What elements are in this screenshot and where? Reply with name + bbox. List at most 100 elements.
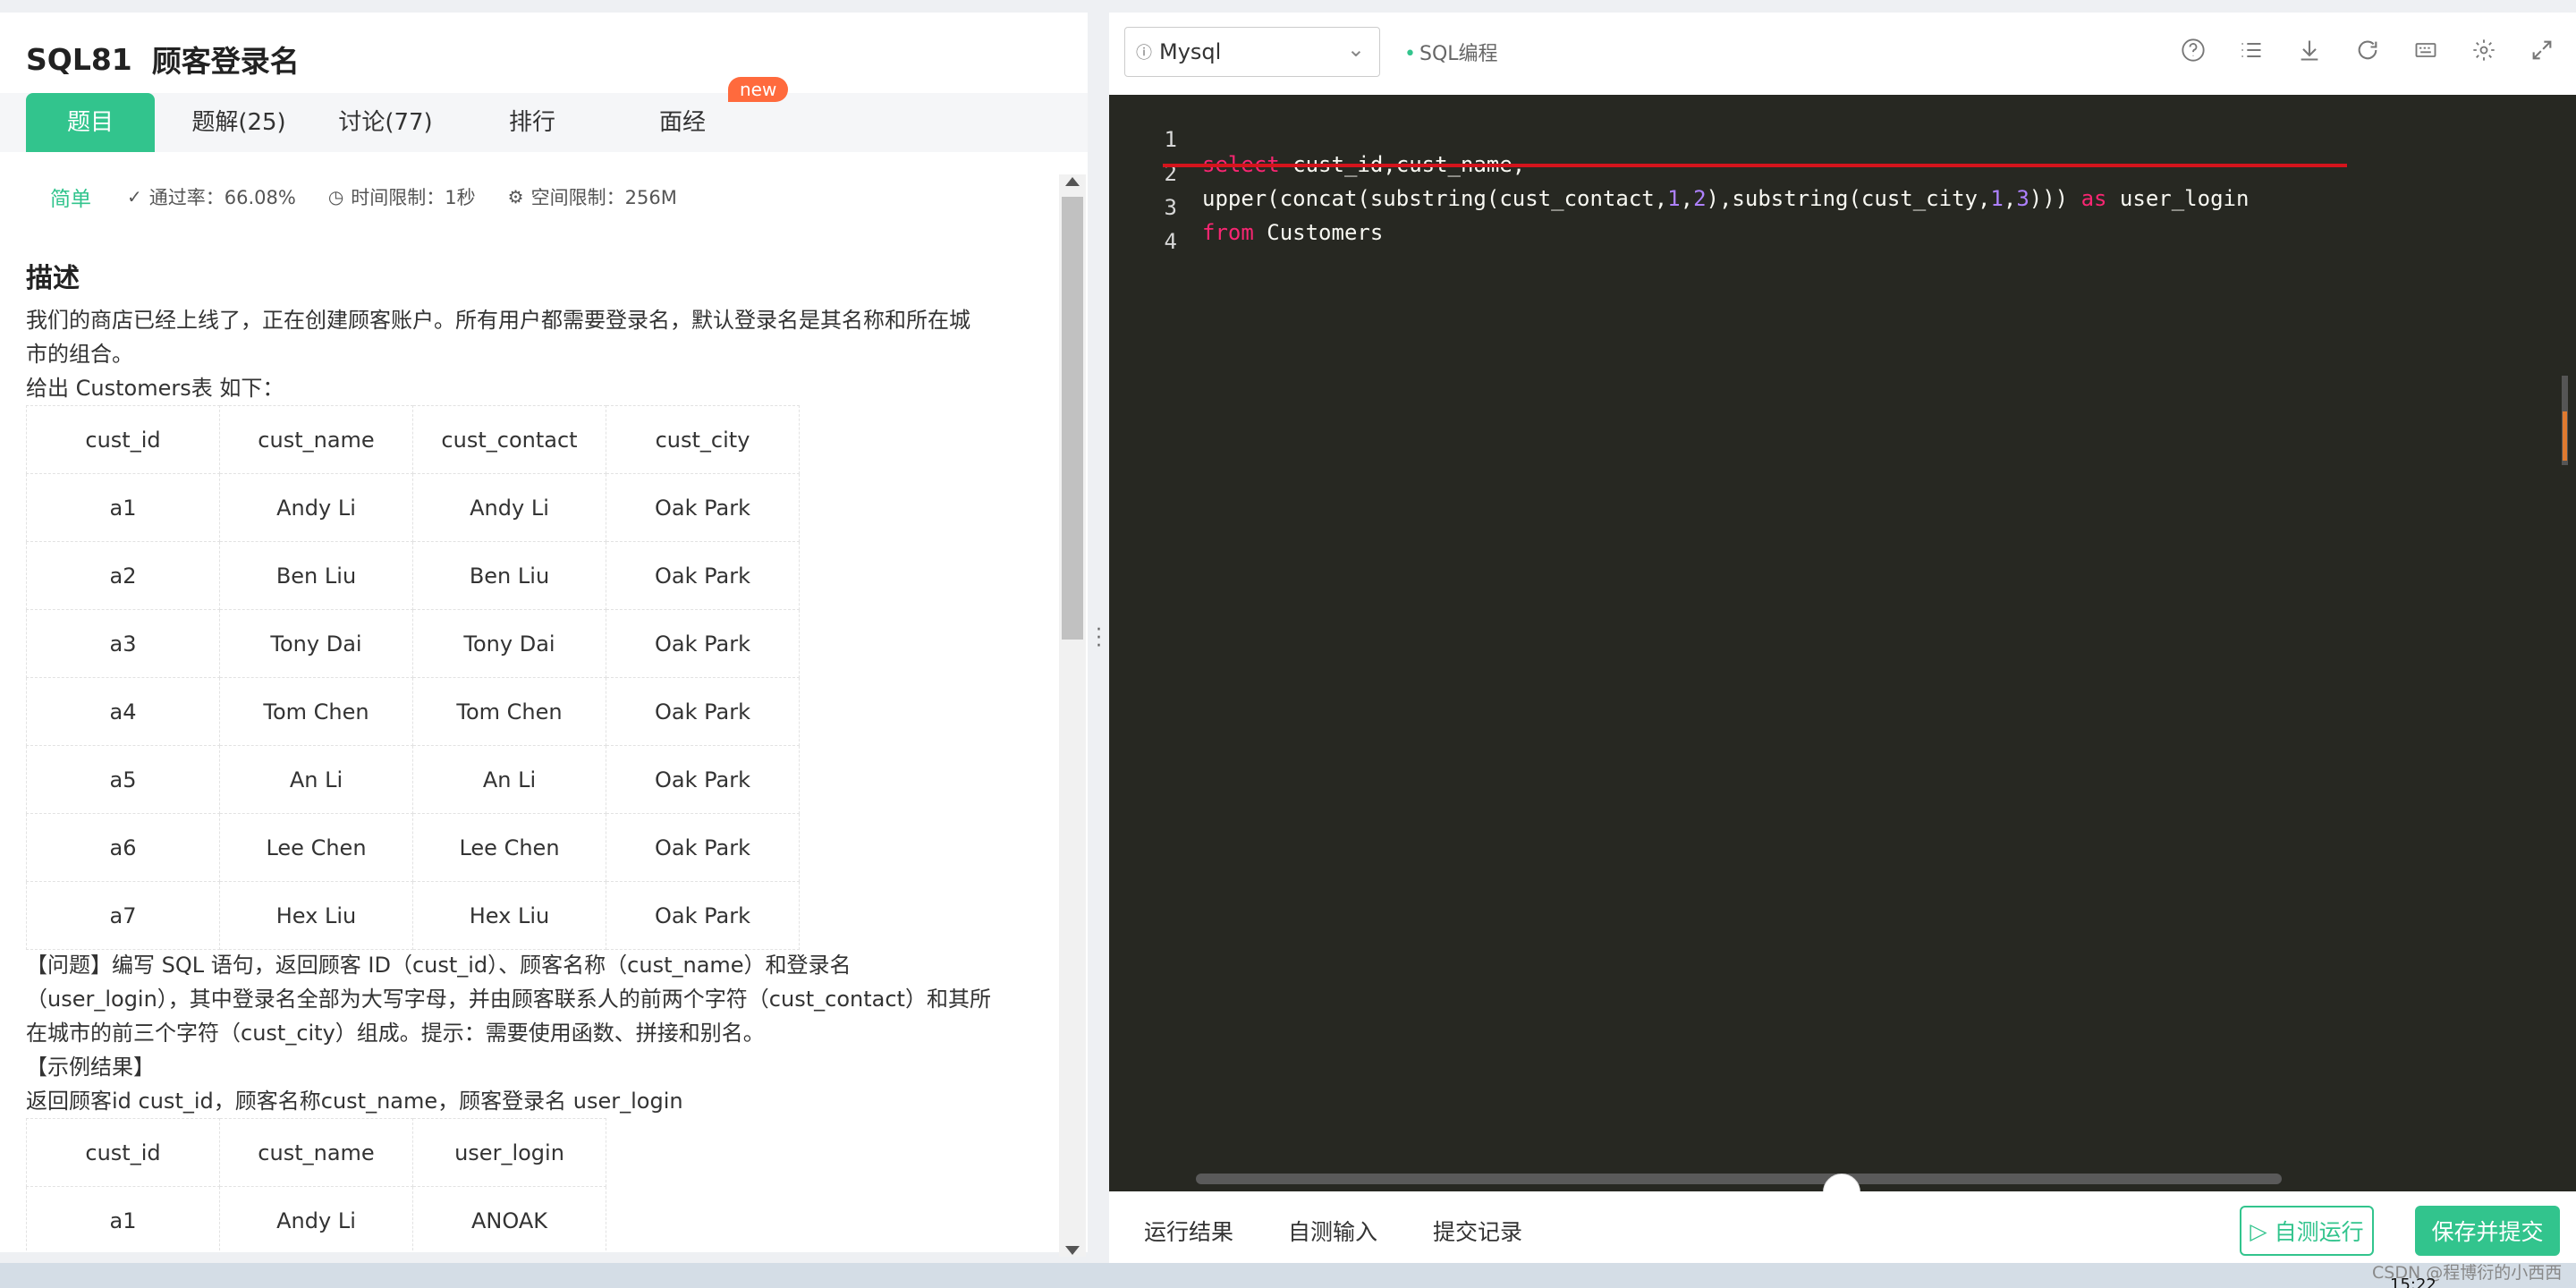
editor-toolbar [2177,34,2557,65]
top-gap [0,0,1088,13]
table-cell: Tom Chen [219,677,413,746]
table-cell: a7 [26,881,220,950]
pass-rate-text: 通过率：66.08% [148,187,296,208]
tab-submissions[interactable]: 提交记录 [1433,1215,1522,1247]
new-badge: new [728,77,789,102]
problem-title: SQL81 顾客登录名 [26,39,300,80]
editor-horizontal-scrollbar[interactable] [1196,1174,2282,1184]
table-header-cell: cust_id [26,405,220,474]
refresh-icon[interactable] [2351,34,2383,65]
line-number: 4 [1164,229,1177,254]
table-cell: Oak Park [606,745,800,814]
table-cell: Lee Chen [219,813,413,882]
tab-custom-input[interactable]: 自测输入 [1288,1215,1377,1247]
code-text[interactable]: upper(concat(substring(cust_contact,1,2)… [1202,186,2249,211]
tab-run-results[interactable]: 运行结果 [1144,1215,1233,1247]
table-cell: Ben Liu [219,541,413,610]
table-header-row: cust_id cust_name user_login [26,1118,606,1187]
table-cell: Andy Li [412,473,606,542]
tab-problem[interactable]: 题目 [26,93,155,152]
table-row: a4 Tom Chen Tom Chen Oak Park [26,677,800,746]
table-cell: Tom Chen [412,677,606,746]
play-icon: ▷ [2250,1217,2267,1244]
self-test-run-label: 自测运行 [2274,1219,2364,1245]
table-header-cell: cust_name [219,405,413,474]
language-select[interactable]: ⓘ Mysql ⌄ [1124,27,1380,77]
settings-icon[interactable] [2468,34,2499,65]
download-icon[interactable] [2293,34,2325,65]
tab-solutions[interactable]: 题解(25) [179,93,299,152]
tab-discussion[interactable]: 讨论(77) [326,93,445,152]
table-cell: Andy Li [219,1186,413,1252]
clock-icon: ◷ [327,186,344,208]
table-header-cell: cust_name [219,1118,413,1187]
list-icon[interactable] [2235,34,2267,65]
table-cell: Tony Dai [412,609,606,678]
problem-tabs: 题目 题解(25) 讨论(77) 排行 面经 [0,93,1088,152]
description-intro-1: 我们的商店已经上线了，正在创建顾客账户。所有用户都需要登录名，默认登录名是其名称… [26,308,970,333]
pass-rate: ✓ 通过率：66.08% [127,183,296,210]
table-cell: Lee Chen [412,813,606,882]
table-cell: An Li [219,745,413,814]
table-cell: a6 [26,813,220,882]
difficulty-badge: 简单 [50,188,91,211]
category-tag: • SQL编程 [1404,38,1498,66]
customers-table: cust_id cust_name cust_contact cust_city… [26,405,800,950]
table-cell: Ben Liu [412,541,606,610]
table-cell: Oak Park [606,541,800,610]
code-line[interactable]: 2 upper(concat(substring(cust_contact,1,… [1109,136,2250,211]
table-cell: a1 [26,1186,220,1252]
table-header-cell: cust_contact [412,405,606,474]
os-taskbar [0,1263,2576,1288]
language-value: Mysql [1159,39,1222,64]
chevron-down-icon: ⌄ [1346,37,1365,62]
code-line[interactable]: 3 from Customers [1109,170,1384,245]
category-tag-text: SQL编程 [1419,43,1498,65]
scroll-up-icon[interactable] [1065,177,1080,186]
table-row: a2 Ben Liu Ben Liu Oak Park [26,541,800,610]
table-row: a1 Andy Li Andy Li Oak Park [26,473,800,542]
keyboard-icon[interactable] [2410,34,2441,65]
table-header-row: cust_id cust_name cust_contact cust_city [26,405,800,474]
left-scrollbar-thumb[interactable] [1062,197,1083,640]
scroll-down-icon[interactable] [1065,1246,1080,1255]
table-cell: ANOAK [412,1186,606,1252]
code-line[interactable]: 1 select cust_id,cust_name, [1109,102,1526,177]
table-header-cell: user_login [412,1118,606,1187]
check-circle-icon: ✓ [127,186,142,208]
taskbar-clock: 15:22 [2390,1275,2436,1288]
result-table-clip: cust_id cust_name user_login a1 Andy Li AN… [0,1118,1055,1252]
tab-interview[interactable]: 面经 [623,93,742,152]
help-icon[interactable] [2177,34,2208,65]
space-limit: ⚙ 空间限制：256M [508,183,677,210]
time-limit: ◷ 时间限制：1秒 [328,183,476,210]
code-line[interactable]: 4 [1109,204,1177,254]
table-header-cell: cust_city [606,405,800,474]
code-editor[interactable]: 1 select cust_id,cust_name, 2 upper(conc… [1109,95,2576,1191]
table-row: a7 Hex Liu Hex Liu Oak Park [26,881,800,950]
example-intro: 返回顾客id cust_id，顾客名称cust_name，顾客登录名 user_… [26,1089,683,1114]
self-test-run-button[interactable]: ▷ 自测运行 [2240,1206,2374,1256]
table-row: a5 An Li An Li Oak Park [26,745,800,814]
tab-ranking[interactable]: 排行 [472,93,592,152]
table-cell: Oak Park [606,677,800,746]
time-limit-text: 时间限制：1秒 [351,187,476,208]
code-text[interactable]: from Customers [1202,220,1383,245]
fullscreen-icon[interactable] [2526,34,2557,65]
save-submit-button[interactable]: 保存并提交 [2415,1206,2560,1256]
table-row: a6 Lee Chen Lee Chen Oak Park [26,813,800,882]
table-row: a3 Tony Dai Tony Dai Oak Park [26,609,800,678]
table-cell: a4 [26,677,220,746]
drag-handle-icon[interactable]: · · · [1096,621,1102,657]
result-table: cust_id cust_name user_login a1 Andy Li AN… [26,1118,606,1252]
editor-scroll-marker [2563,411,2567,461]
table-cell: a5 [26,745,220,814]
example-heading: 【示例结果】 [26,1055,155,1080]
problem-meta: 简单 ✓ 通过率：66.08% ◷ 时间限制：1秒 ⚙ 空间限制：256M [50,182,709,212]
table-header-cell: cust_id [26,1118,220,1187]
table-cell: Hex Liu [219,881,413,950]
table-cell: a1 [26,473,220,542]
annotation-underline [1163,164,2347,167]
dot-icon: • [1404,43,1416,65]
table-cell: Andy Li [219,473,413,542]
